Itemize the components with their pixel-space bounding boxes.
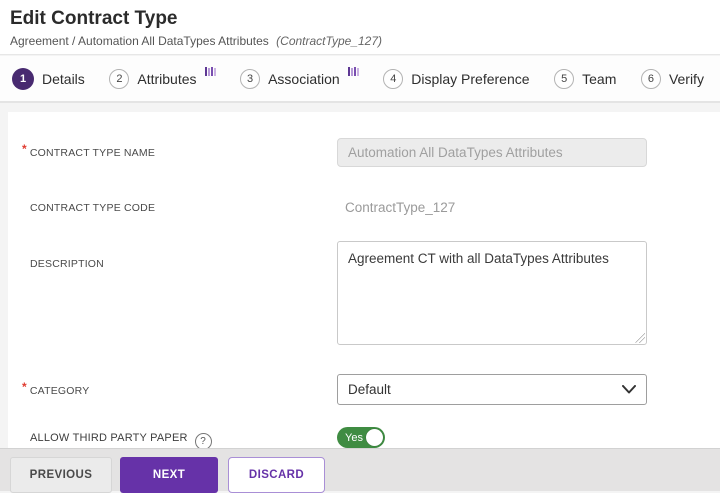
- page-header: Edit Contract Type Agreement / Automatio…: [0, 0, 720, 55]
- discard-button[interactable]: DISCARD: [228, 457, 325, 493]
- step-label: Association: [268, 70, 340, 87]
- previous-button[interactable]: PREVIOUS: [10, 457, 112, 493]
- purple-bars-icon: [204, 67, 216, 76]
- breadcrumb: Agreement / Automation All DataTypes Att…: [10, 34, 720, 48]
- step-label: Verify: [668, 70, 704, 87]
- toggle-state-label: Yes: [345, 431, 363, 444]
- step-verify[interactable]: 6 Verify: [640, 68, 704, 89]
- step-label: Attributes: [137, 70, 197, 87]
- purple-bars-icon: [347, 67, 359, 76]
- wizard-stepper: 1 Details 2 Attributes 3 Association 4 D…: [0, 56, 720, 103]
- contract-type-name-input[interactable]: [337, 138, 647, 167]
- category-selected-value: Default: [348, 382, 391, 397]
- step-team[interactable]: 5 Team: [554, 68, 617, 89]
- page-title: Edit Contract Type: [10, 8, 178, 29]
- step-display-preference[interactable]: 4 Display Preference: [383, 68, 530, 89]
- description-textarea[interactable]: Agreement CT with all DataTypes Attribut…: [337, 241, 647, 345]
- contract-type-code-label: CONTRACT TYPE CODE: [30, 202, 156, 214]
- wizard-footer: PREVIOUS NEXT DISCARD: [0, 448, 720, 493]
- breadcrumb-context: (ContractType_127): [276, 34, 382, 48]
- step-number-badge: 4: [383, 68, 404, 89]
- step-details[interactable]: 1 Details: [12, 67, 85, 90]
- chevron-down-icon: [622, 385, 636, 394]
- required-asterisk: *: [22, 380, 27, 394]
- step-number-badge: 2: [109, 68, 130, 89]
- step-label: Details: [42, 70, 85, 87]
- allow-third-party-paper-toggle[interactable]: Yes: [337, 427, 385, 448]
- contract-type-name-label: * CONTRACT TYPE NAME: [22, 142, 156, 159]
- textarea-resize-handle-icon[interactable]: [635, 333, 645, 343]
- step-association[interactable]: 3 Association: [240, 67, 359, 89]
- category-select[interactable]: Default: [337, 374, 647, 405]
- step-number-badge: 5: [554, 68, 575, 89]
- step-number-badge: 6: [640, 68, 661, 89]
- step-label: Display Preference: [411, 70, 530, 87]
- step-attributes[interactable]: 2 Attributes: [109, 67, 216, 89]
- breadcrumb-path: Agreement / Automation All DataTypes Att…: [10, 34, 269, 48]
- contract-type-code-value: ContractType_127: [345, 200, 456, 215]
- step-number-badge: 1: [12, 67, 34, 90]
- details-form-panel: *CONTRACT TYPE NAME CONTRACT TYPE CODE C…: [8, 112, 720, 450]
- category-label: * CATEGORY: [22, 380, 90, 397]
- step-number-badge: 3: [240, 68, 261, 89]
- description-label: DESCRIPTION: [30, 258, 104, 270]
- next-button[interactable]: NEXT: [120, 457, 218, 493]
- step-label: Team: [582, 70, 617, 87]
- required-asterisk: *: [22, 142, 27, 156]
- toggle-knob: [366, 429, 383, 446]
